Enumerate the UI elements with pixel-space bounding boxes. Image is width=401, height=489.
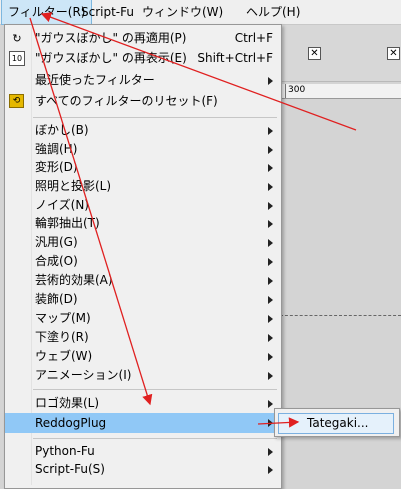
menu-item-label: 照明と投影(L) (35, 179, 112, 193)
submenu-arrow-icon (268, 164, 273, 172)
menu-item-label: 変形(D) (35, 160, 78, 174)
submenu-arrow-icon (268, 258, 273, 266)
menu-item-script-fu[interactable]: Script-Fu(S) (5, 460, 281, 479)
reset-filters-icon: ⟲ (9, 94, 24, 108)
menu-separator (33, 389, 277, 390)
menu-item-label: "ガウスぼかし" の再適用(P) (35, 31, 187, 45)
menu-help[interactable]: ヘルプ(H) (240, 0, 306, 24)
menu-item-label: 最近使ったフィルター (35, 73, 155, 87)
menu-separator (33, 438, 277, 439)
menu-item-label: Script-Fu(S) (35, 462, 105, 476)
submenu-arrow-icon (268, 466, 273, 474)
menu-item-logos[interactable]: ロゴ効果(L) (5, 394, 281, 413)
menu-item-label: 強調(H) (35, 142, 78, 156)
menu-item-label: Tategaki... (307, 416, 369, 430)
menu-item-map[interactable]: マップ(M) (5, 309, 281, 328)
menubar: フィルター(R) Script-Fu ウィンドウ(W) ヘルプ(H) (0, 0, 401, 25)
reddogplug-submenu: Tategaki... (274, 408, 400, 437)
menu-item-distorts[interactable]: 変形(D) (5, 158, 281, 177)
submenu-arrow-icon (268, 146, 273, 154)
ruler-mark: 300 (288, 85, 306, 95)
menu-item-light-shadow[interactable]: 照明と投影(L) (5, 177, 281, 196)
menu-item-artistic[interactable]: 芸術的効果(A) (5, 271, 281, 290)
menu-separator (33, 117, 277, 118)
menu-item-label: ロゴ効果(L) (35, 396, 100, 410)
menu-item-render[interactable]: 下塗り(R) (5, 328, 281, 347)
menu-item-web[interactable]: ウェブ(W) (5, 347, 281, 366)
submenu-arrow-icon (268, 372, 273, 380)
submenu-arrow-icon (268, 315, 273, 323)
menu-item-label: すべてのフィルターのリセット(F) (35, 94, 218, 108)
menu-item-decor[interactable]: 装飾(D) (5, 290, 281, 309)
submenu-arrow-icon (268, 296, 273, 304)
close-tab-icon[interactable]: ✕ (308, 47, 321, 60)
menu-item-label: アニメーション(I) (35, 368, 132, 382)
menu-item-label: ノイズ(N) (35, 198, 89, 212)
menu-item-reshow-filter[interactable]: 10 "ガウスぼかし" の再表示(E) Shift+Ctrl+F (5, 49, 281, 68)
submenu-arrow-icon (268, 127, 273, 135)
menu-item-label: Python-Fu (35, 444, 95, 458)
submenu-arrow-icon (268, 239, 273, 247)
menu-item-reset-filters[interactable]: ⟲ すべてのフィルターのリセット(F) (5, 92, 281, 111)
menu-window[interactable]: ウィンドウ(W) (136, 0, 229, 24)
menu-item-label: 装飾(D) (35, 292, 78, 306)
menu-item-python-fu[interactable]: Python-Fu (5, 442, 281, 461)
menu-item-noise[interactable]: ノイズ(N) (5, 196, 281, 215)
menu-item-label: ReddogPlug (35, 416, 107, 430)
menu-item-tategaki[interactable]: Tategaki... (278, 413, 394, 434)
submenu-arrow-icon (268, 202, 273, 210)
menu-item-combine[interactable]: 合成(O) (5, 252, 281, 271)
shortcut-label: Ctrl+F (234, 31, 273, 45)
menu-item-label: マップ(M) (35, 311, 91, 325)
submenu-arrow-icon (268, 419, 273, 427)
submenu-arrow-icon (268, 220, 273, 228)
menu-item-repeat-filter[interactable]: ↻ "ガウスぼかし" の再適用(P) Ctrl+F (5, 29, 281, 48)
submenu-arrow-icon (268, 334, 273, 342)
submenu-arrow-icon (268, 400, 273, 408)
shortcut-label: Shift+Ctrl+F (197, 51, 273, 65)
menu-item-label: 芸術的効果(A) (35, 273, 113, 287)
submenu-arrow-icon (268, 277, 273, 285)
menu-item-recent-filters[interactable]: 最近使ったフィルター (5, 71, 281, 90)
menu-item-label: ウェブ(W) (35, 349, 93, 363)
menu-item-blur[interactable]: ぼかし(B) (5, 121, 281, 140)
submenu-arrow-icon (268, 353, 273, 361)
submenu-arrow-icon (268, 77, 273, 85)
menu-item-label: "ガウスぼかし" の再表示(E) (35, 51, 187, 65)
submenu-arrow-icon (268, 448, 273, 456)
repeat-filter-icon: ↻ (12, 32, 22, 45)
canvas-boundary-line (280, 315, 401, 316)
menu-item-edge-detect[interactable]: 輪郭抽出(T) (5, 214, 281, 233)
filters-dropdown-menu: ↻ "ガウスぼかし" の再適用(P) Ctrl+F 10 "ガウスぼかし" の再… (4, 24, 282, 489)
menu-item-label: 合成(O) (35, 254, 78, 268)
menu-item-label: 下塗り(R) (35, 330, 89, 344)
menu-script-fu[interactable]: Script-Fu (75, 0, 140, 24)
close-tab-icon[interactable]: ✕ (387, 47, 400, 60)
menu-item-animation[interactable]: アニメーション(I) (5, 366, 281, 385)
menu-item-reddogplug[interactable]: ReddogPlug (5, 413, 281, 433)
menu-item-generic[interactable]: 汎用(G) (5, 233, 281, 252)
menu-item-label: 輪郭抽出(T) (35, 216, 100, 230)
horizontal-ruler: 300 (280, 84, 401, 99)
image-tab-strip: ✕ ✕ (280, 25, 401, 82)
reshow-filter-icon: 10 (9, 51, 25, 66)
menu-item-label: 汎用(G) (35, 235, 78, 249)
menu-item-label: ぼかし(B) (35, 123, 89, 137)
menu-item-enhance[interactable]: 強調(H) (5, 140, 281, 159)
submenu-arrow-icon (268, 183, 273, 191)
